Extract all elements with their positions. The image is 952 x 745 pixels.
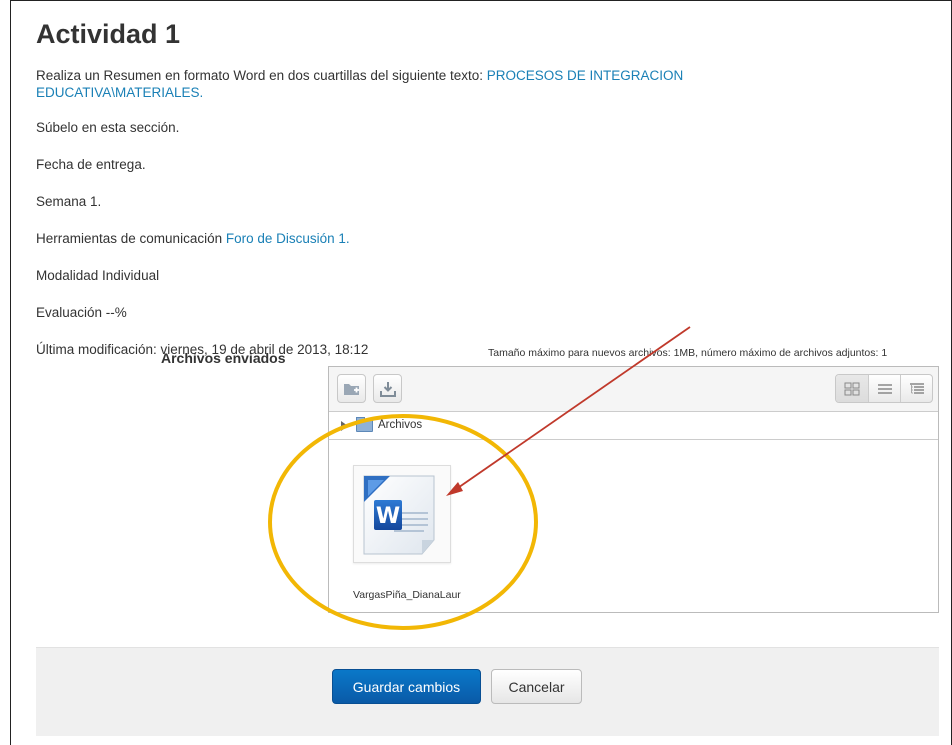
file-limits: Tamaño máximo para nuevos archivos: 1MB,… <box>488 347 888 359</box>
discussion-forum-link[interactable]: Foro de Discusión 1. <box>226 231 350 246</box>
file-item[interactable]: W VargasPiña_DianaLaur <box>353 465 461 601</box>
view-tree-icon <box>909 382 924 394</box>
week-text: Semana 1. <box>36 194 102 209</box>
view-tree-button[interactable] <box>900 375 932 402</box>
folder-icon <box>356 417 373 432</box>
path-arrow-icon <box>341 421 348 431</box>
file-thumbnail[interactable]: W <box>353 465 451 563</box>
svg-text:W: W <box>376 504 400 529</box>
due-date-label: Fecha de entrega. <box>36 157 146 172</box>
save-changes-button[interactable]: Guardar cambios <box>332 669 481 704</box>
create-folder-button[interactable] <box>337 374 366 403</box>
evaluation-text: Evaluación --% <box>36 305 127 320</box>
communication-tools: Herramientas de comunicación Foro de Dis… <box>36 231 350 246</box>
view-list-icon <box>877 383 892 394</box>
view-icons-button[interactable] <box>836 375 868 402</box>
breadcrumb-folder[interactable]: Archivos <box>378 419 422 431</box>
view-icons-icon <box>844 382 860 395</box>
view-list-button[interactable] <box>868 375 900 402</box>
view-mode-switch <box>835 374 933 403</box>
submitted-files-label: Archivos enviados <box>161 350 286 366</box>
mode-text: Modalidad Individual <box>36 268 160 283</box>
create-folder-icon <box>343 383 359 395</box>
activity-title: Actividad 1 <box>36 19 181 49</box>
file-manager-toolbar <box>329 367 938 412</box>
form-footer: Guardar cambios Cancelar <box>36 647 939 736</box>
cancel-button[interactable]: Cancelar <box>491 669 582 704</box>
instruction-text: Realiza un Resumen en formato Word en do… <box>36 68 684 100</box>
breadcrumb: Archivos <box>329 412 938 440</box>
download-icon <box>379 381 396 397</box>
file-manager: Archivos W VargasPiña_DianaLaur <box>328 366 939 613</box>
activity-description: Actividad 1 Realiza un Resumen en format… <box>36 18 936 378</box>
word-document-icon: W <box>363 475 435 555</box>
download-all-button[interactable] <box>373 374 402 403</box>
upload-text: Súbelo en esta sección. <box>36 120 180 135</box>
file-name[interactable]: VargasPiña_DianaLaur <box>353 589 473 601</box>
